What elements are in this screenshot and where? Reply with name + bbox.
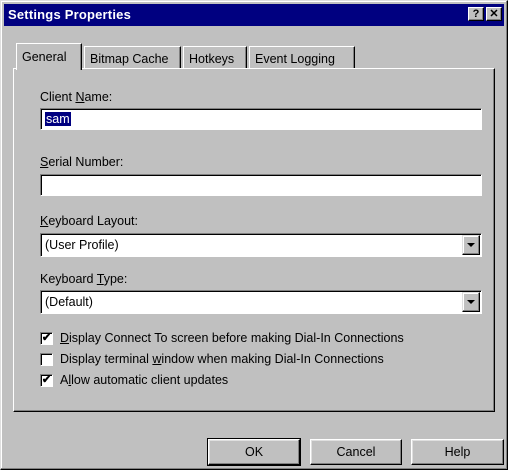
keyboard-type-dropdown-button[interactable] xyxy=(462,292,480,312)
serial-number-input[interactable] xyxy=(40,174,482,196)
close-icon[interactable]: ✕ xyxy=(486,7,502,21)
client-name-label: Client Name: xyxy=(40,90,113,104)
tab-label: Event Logging xyxy=(255,52,335,66)
chevron-down-icon xyxy=(467,300,475,304)
keyboard-type-value: (Default) xyxy=(45,295,93,309)
keyboard-layout-dropdown-button[interactable] xyxy=(462,235,480,255)
keyboard-type-select[interactable]: (Default) xyxy=(40,290,482,314)
tab-label: General xyxy=(22,50,67,64)
checkbox-box[interactable]: ✔ xyxy=(40,374,53,387)
cancel-button[interactable]: Cancel xyxy=(310,439,402,465)
tab-bitmap-cache[interactable]: Bitmap Cache xyxy=(84,46,181,69)
client-name-value: sam xyxy=(45,112,71,126)
tab-general[interactable]: General xyxy=(16,43,82,70)
checkbox-label: Display Connect To screen before making … xyxy=(60,331,404,345)
window-title: Settings Properties xyxy=(8,7,131,22)
serial-number-label: Serial Number: xyxy=(40,155,124,169)
tab-label: Hotkeys xyxy=(189,52,235,66)
checkbox-label: Allow automatic client updates xyxy=(60,373,229,387)
checkbox-label: Display terminal window when making Dial… xyxy=(60,352,384,366)
help-title-button[interactable]: ? xyxy=(468,7,484,21)
help-button[interactable]: Help xyxy=(411,439,504,465)
keyboard-layout-select[interactable]: (User Profile) xyxy=(40,233,482,257)
checkbox-box[interactable] xyxy=(40,353,53,366)
checkbox-box[interactable]: ✔ xyxy=(40,332,53,345)
client-name-input[interactable]: sam xyxy=(40,108,482,130)
keyboard-layout-label: Keyboard Layout: xyxy=(40,214,138,228)
keyboard-layout-value: (User Profile) xyxy=(45,238,119,252)
ok-button[interactable]: OK xyxy=(207,438,301,466)
tab-event-logging[interactable]: Event Logging xyxy=(249,46,355,69)
chevron-down-icon xyxy=(467,243,475,247)
title-bar[interactable]: Settings Properties ? ✕ xyxy=(4,4,504,26)
tab-hotkeys[interactable]: Hotkeys xyxy=(183,46,247,69)
keyboard-type-label: Keyboard Type: xyxy=(40,272,128,286)
tab-label: Bitmap Cache xyxy=(90,52,169,66)
